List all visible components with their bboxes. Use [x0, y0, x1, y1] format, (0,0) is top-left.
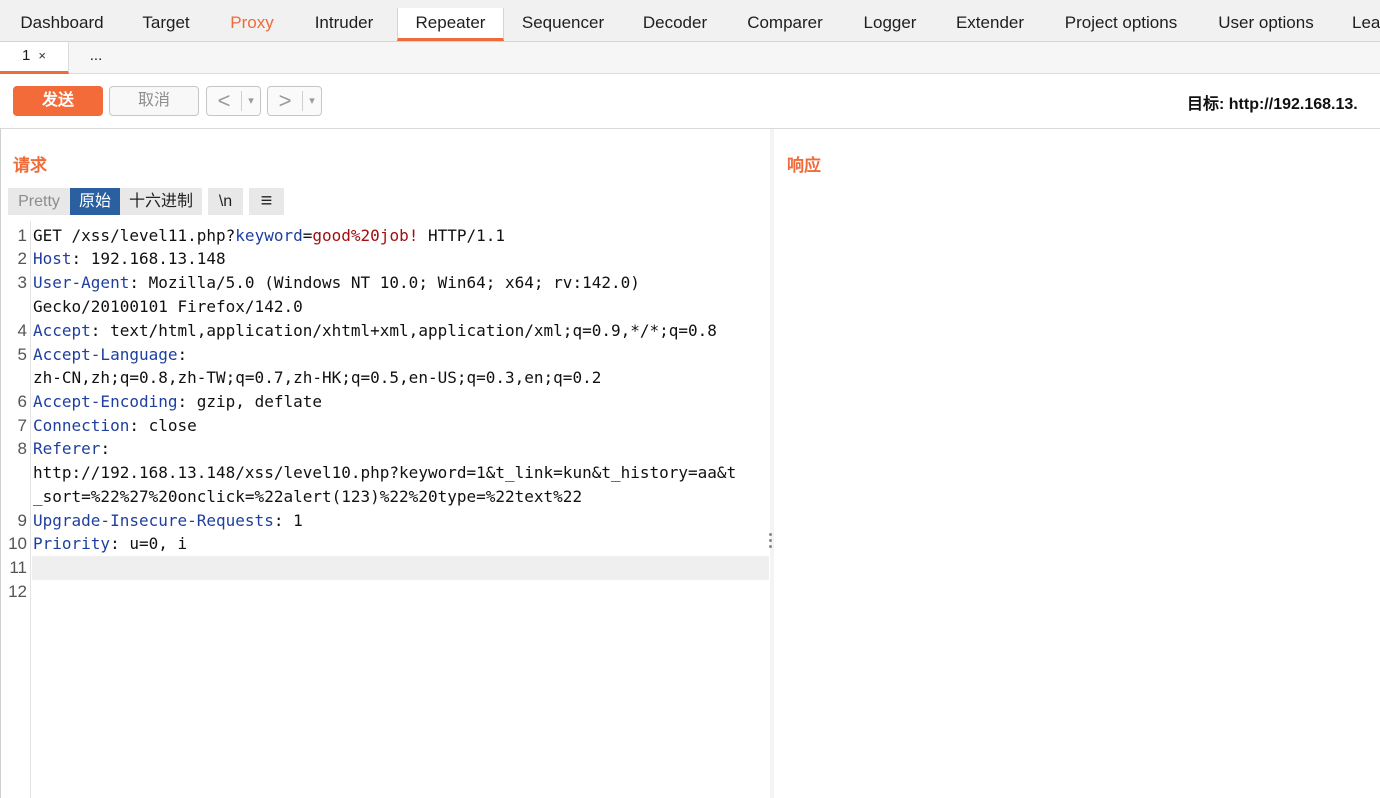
cancel-button[interactable]: 取消 [109, 86, 199, 116]
header-line: Priority: u=0, i [33, 532, 187, 556]
tab-logger[interactable]: Logger [857, 8, 923, 41]
tab-target[interactable]: Target [134, 8, 198, 41]
main-tab-bar: Dashboard Target Proxy Intruder Repeater… [0, 0, 1380, 42]
header-value: : 192.168.13.148 [71, 249, 226, 268]
header-name: User-Agent [33, 273, 130, 292]
line-number: 6 [17, 392, 27, 411]
header-value: : text/html,application/xhtml+xml,applic… [90, 321, 717, 340]
request-title: 请求 [13, 156, 47, 175]
header-value: : [177, 345, 188, 364]
current-line-highlight [32, 556, 769, 580]
line-number: 5 [17, 345, 27, 364]
send-button[interactable]: 发送 [13, 86, 103, 116]
repeater-tab-bar: 1 × ... [0, 42, 1380, 74]
line-number: 12 [8, 582, 27, 601]
header-name: Accept-Language [33, 345, 178, 364]
header-continuation: Gecko/20100101 Firefox/142.0 [33, 297, 303, 316]
request-panel: 请求 Pretty 原始 十六进制 \n ≡ 1 2 3 4 5 6 7 8 9… [0, 129, 770, 798]
tab-user-options[interactable]: User options [1212, 8, 1320, 41]
header-line: Referer: [33, 437, 110, 461]
header-line: Connection: close [33, 414, 197, 438]
view-hex-button[interactable]: 十六进制 [120, 188, 202, 215]
splitter-grip-icon[interactable] [769, 533, 773, 551]
header-continuation: http://192.168.13.148/xss/level10.php?ke… [33, 463, 737, 482]
menu-icon[interactable]: ≡ [249, 188, 284, 215]
tab-dashboard[interactable]: Dashboard [14, 8, 110, 41]
header-name: Accept [33, 321, 91, 340]
newline-toggle-button[interactable]: \n [208, 188, 243, 215]
tab-learn[interactable]: Lea [1348, 8, 1380, 41]
header-line: Accept-Encoding: gzip, deflate [33, 390, 322, 414]
line-number: 3 [17, 273, 27, 292]
header-value: : Mozilla/5.0 (Windows NT 10.0; Win64; x… [129, 273, 640, 292]
tab-project-options[interactable]: Project options [1057, 8, 1185, 41]
query-param-value: good%20job! [312, 226, 419, 245]
header-name: Upgrade-Insecure-Requests [33, 511, 274, 530]
target-label[interactable]: 目标: http://192.168.13. [1187, 90, 1358, 114]
response-panel: 响应 [774, 129, 1380, 798]
header-value: : u=0, i [110, 534, 188, 553]
header-line: Accept-Language: [33, 343, 187, 367]
tab-decoder[interactable]: Decoder [637, 8, 713, 41]
header-value: : gzip, deflate [177, 392, 323, 411]
header-line: Upgrade-Insecure-Requests: 1 [33, 509, 303, 533]
response-title: 响应 [787, 156, 821, 175]
header-line: Host: 192.168.13.148 [33, 247, 226, 271]
tab-comparer[interactable]: Comparer [740, 8, 830, 41]
header-value: : 1 [273, 511, 303, 530]
header-continuation: _sort=%22%27%20onclick=%22alert(123)%22%… [33, 487, 583, 506]
header-name: Accept-Encoding [33, 392, 178, 411]
history-forward-group: > ▾ [267, 86, 322, 116]
tab-proxy[interactable]: Proxy [224, 8, 280, 41]
chevron-down-icon[interactable]: ▾ [242, 87, 260, 115]
query-param-equals: = [302, 226, 313, 245]
repeater-toolbar: 发送 取消 < ▾ > ▾ 目标: http://192.168.13. [0, 74, 1380, 129]
line-number: 8 [17, 439, 27, 458]
view-pretty-button[interactable]: Pretty [8, 188, 70, 215]
header-continuation: zh-CN,zh;q=0.8,zh-TW;q=0.7,zh-HK;q=0.5,e… [33, 368, 602, 387]
line-number: 11 [9, 558, 27, 577]
repeater-tab-1[interactable]: 1 × [0, 42, 69, 74]
header-name: Referer [33, 439, 101, 458]
chevron-left-icon[interactable]: < [207, 87, 241, 115]
line-number: 9 [17, 511, 27, 530]
request-editor[interactable]: 1 2 3 4 5 6 7 8 9 10 11 12 GET /xss/leve… [1, 221, 769, 798]
line-number-gutter: 1 2 3 4 5 6 7 8 9 10 11 12 [1, 221, 31, 798]
tab-repeater[interactable]: Repeater [397, 8, 504, 41]
http-protocol: HTTP/1.1 [418, 226, 506, 245]
history-back-group: < ▾ [206, 86, 261, 116]
close-icon[interactable]: × [38, 48, 46, 63]
tab-sequencer[interactable]: Sequencer [516, 8, 610, 41]
request-method-path: GET /xss/level11.php? [33, 226, 236, 245]
query-param-name: keyword [235, 226, 303, 245]
line-number: 2 [17, 249, 27, 268]
chevron-right-icon[interactable]: > [268, 87, 302, 115]
request-line: GET /xss/level11.php?keyword=good%20job!… [33, 224, 505, 248]
line-number: 10 [8, 534, 27, 553]
chevron-down-icon[interactable]: ▾ [303, 87, 321, 115]
header-value: : close [129, 416, 197, 435]
line-number: 4 [17, 321, 27, 340]
tab-extender[interactable]: Extender [950, 8, 1030, 41]
header-name: Host [33, 249, 72, 268]
view-raw-button[interactable]: 原始 [70, 188, 120, 215]
header-line: User-Agent: Mozilla/5.0 (Windows NT 10.0… [33, 271, 640, 295]
header-name: Connection [33, 416, 130, 435]
repeater-tab-label: 1 [22, 47, 31, 64]
header-line: Accept: text/html,application/xhtml+xml,… [33, 319, 717, 343]
new-tab-button[interactable]: ... [70, 42, 122, 74]
line-number: 1 [17, 226, 27, 245]
line-number: 7 [17, 416, 27, 435]
header-value: : [100, 439, 111, 458]
header-name: Priority [33, 534, 111, 553]
tab-intruder[interactable]: Intruder [306, 8, 382, 41]
